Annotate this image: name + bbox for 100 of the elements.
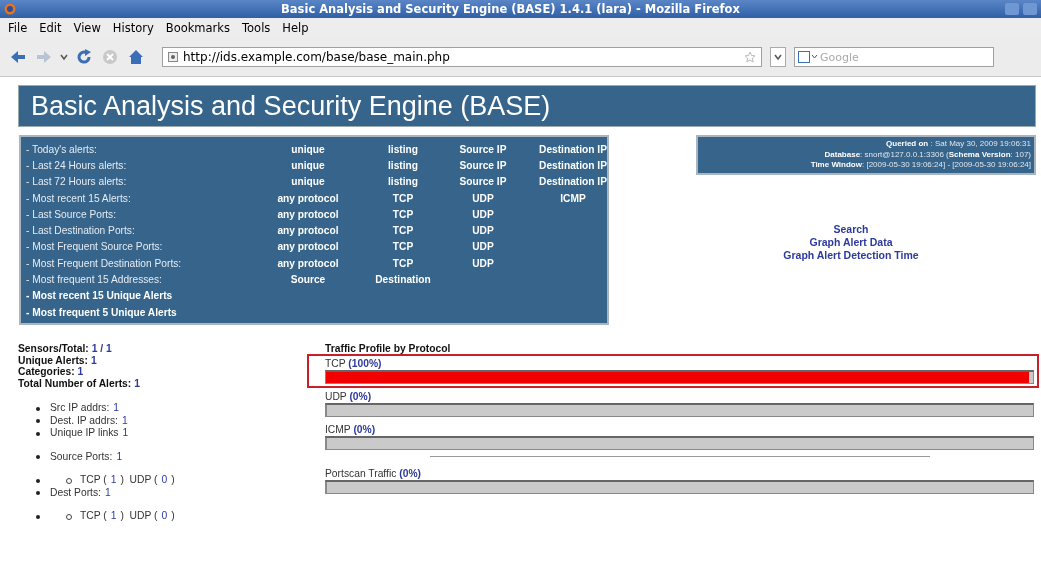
navigation-link[interactable]: TCP bbox=[392, 257, 414, 269]
navigation-link[interactable]: listing bbox=[388, 176, 418, 188]
bar-percent[interactable]: (0%) bbox=[399, 468, 421, 480]
detail-value[interactable]: 1 bbox=[121, 414, 128, 428]
home-icon[interactable] bbox=[128, 49, 144, 65]
navigation-link[interactable]: Source IP bbox=[459, 159, 507, 171]
navigation-link[interactable]: any protocol bbox=[277, 241, 339, 253]
detail-label: Unique IP links bbox=[50, 427, 119, 440]
stat-label: Categories: bbox=[18, 366, 75, 378]
reload-icon[interactable] bbox=[76, 49, 92, 65]
bar-percent[interactable]: (0%) bbox=[353, 424, 376, 436]
navigation-link[interactable]: - Most frequent 5 Unique Alerts bbox=[21, 306, 443, 318]
stat-value[interactable]: 1 bbox=[90, 354, 97, 366]
bar-label: TCP bbox=[325, 358, 346, 370]
bullet-icon bbox=[36, 431, 40, 436]
navigation-link[interactable]: TCP bbox=[392, 225, 414, 237]
navigation-label: - Most frequent 15 Addresses: bbox=[25, 274, 163, 285]
bar-percent[interactable]: (0%) bbox=[349, 391, 372, 403]
navigation-link[interactable]: Source IP bbox=[459, 176, 507, 188]
stat-value[interactable]: 1 / 1 bbox=[91, 343, 112, 355]
page-icon bbox=[168, 52, 178, 62]
navigation-link[interactable]: any protocol bbox=[277, 192, 339, 204]
navigation-link[interactable]: Destination IP bbox=[539, 176, 607, 188]
protocol-count[interactable]: 0 bbox=[161, 474, 168, 487]
search-engine-icon[interactable] bbox=[798, 51, 818, 63]
dropdown-caret-icon[interactable] bbox=[60, 53, 68, 61]
navigation-link[interactable]: unique bbox=[291, 143, 325, 155]
menu-item[interactable]: History bbox=[106, 21, 160, 35]
navigation-link[interactable]: TCP bbox=[392, 241, 414, 253]
stat-label: Unique Alerts: bbox=[18, 354, 88, 366]
bullet-icon bbox=[36, 406, 40, 411]
navigation-link[interactable]: TCP bbox=[392, 208, 414, 220]
link[interactable]: Graph Alert Data bbox=[809, 235, 893, 249]
window-title: Basic Analysis and Security Engine (BASE) 1.4.1 (lara) - Mozilla Firefox bbox=[280, 2, 741, 16]
detail-value[interactable]: 1 bbox=[122, 427, 129, 440]
navigation-link[interactable]: unique bbox=[291, 176, 325, 188]
info-line: Time Window: [2009-05-30 19:06:24] - [2009-05-30 19:06:24] bbox=[809, 160, 1031, 171]
detail-label: Dest Ports: bbox=[50, 486, 101, 500]
navigation-link[interactable]: UDP bbox=[472, 241, 494, 253]
navigation-link[interactable]: Source bbox=[290, 274, 326, 285]
bar-label: Portscan Traffic bbox=[325, 468, 397, 480]
navigation-label: - Most Frequent Destination Ports: bbox=[25, 257, 183, 269]
navigation-link[interactable]: UDP bbox=[472, 257, 494, 269]
navigation-link[interactable]: - Most recent 15 Unique Alerts bbox=[21, 290, 443, 302]
menu-item[interactable]: Edit bbox=[33, 21, 68, 35]
navigation-link[interactable]: Source IP bbox=[459, 143, 507, 155]
menu-item[interactable]: Tools bbox=[236, 21, 277, 35]
navigation-link[interactable]: ICMP bbox=[560, 192, 586, 204]
bullet-icon bbox=[36, 514, 40, 519]
link[interactable]: Search bbox=[833, 222, 869, 236]
stat-label: Sensors/Total: bbox=[18, 343, 89, 355]
stat-value[interactable]: 1 bbox=[134, 377, 140, 389]
bar-percent[interactable]: (100%) bbox=[348, 358, 382, 370]
navigation-link[interactable]: Destination IP bbox=[539, 143, 607, 155]
star-icon[interactable] bbox=[744, 51, 756, 63]
back-arrow-icon[interactable] bbox=[10, 49, 26, 65]
detail-value[interactable]: 1 bbox=[113, 402, 120, 415]
menu-item[interactable]: Bookmarks bbox=[159, 21, 236, 35]
navigation-link[interactable]: UDP bbox=[472, 225, 494, 237]
navigation-label: - Today's alerts: bbox=[25, 143, 98, 155]
dropdown-caret-icon[interactable] bbox=[770, 47, 786, 67]
bullet-icon bbox=[36, 419, 40, 423]
navigation-label: - Most recent 15 Alerts: bbox=[25, 192, 132, 204]
navigation-link[interactable]: listing bbox=[388, 143, 418, 155]
detail-label: Src IP addrs: bbox=[50, 402, 110, 415]
address-field[interactable]: http://ids.example.com/base/base_main.php bbox=[162, 47, 762, 67]
navigation-link[interactable]: any protocol bbox=[277, 225, 339, 237]
menu-item[interactable]: View bbox=[67, 21, 107, 35]
menu-item[interactable]: File bbox=[2, 21, 34, 35]
navigation-link[interactable]: UDP bbox=[472, 208, 494, 220]
protocol-label: ) UDP ( bbox=[120, 510, 158, 523]
navigation-label: - Most Frequent Source Ports: bbox=[25, 241, 164, 253]
section-title: Traffic Profile by Protocol bbox=[325, 343, 452, 356]
protocol-label: TCP ( bbox=[80, 474, 107, 487]
info-line: Database: snort@127.0.0.1:3306 (Schema Version: 107) bbox=[823, 149, 1031, 161]
navigation-link[interactable]: Destination IP bbox=[539, 159, 607, 171]
detail-label: Source Ports: bbox=[50, 450, 113, 464]
detail-value[interactable]: 1 bbox=[116, 450, 123, 464]
navigation-link[interactable]: TCP bbox=[392, 192, 414, 204]
link[interactable]: Graph Alert Detection Time bbox=[783, 248, 919, 262]
bullet-icon bbox=[36, 455, 40, 459]
navigation-link[interactable]: listing bbox=[388, 159, 418, 171]
menu-item[interactable]: Help bbox=[276, 21, 315, 35]
protocol-count[interactable]: 0 bbox=[161, 510, 168, 523]
navigation-label: - Last Source Ports: bbox=[25, 208, 118, 220]
protocol-label: ) UDP ( bbox=[120, 474, 158, 487]
info-line: Queried on : Sat May 30, 2009 19:06:31 bbox=[885, 139, 1031, 150]
bullet-icon bbox=[36, 491, 40, 495]
navigation-link[interactable]: unique bbox=[291, 159, 325, 171]
navigation-link[interactable]: any protocol bbox=[277, 257, 339, 269]
protocol-count[interactable]: 1 bbox=[110, 474, 117, 487]
stat-value[interactable]: 1 bbox=[77, 366, 84, 378]
navigation-link[interactable]: UDP bbox=[472, 192, 494, 204]
protocol-count[interactable]: 1 bbox=[110, 510, 117, 523]
browser-logo-icon bbox=[4, 3, 16, 15]
navigation-link[interactable]: Destination bbox=[375, 274, 431, 285]
navigation-link[interactable]: any protocol bbox=[277, 208, 339, 220]
detail-value[interactable]: 1 bbox=[104, 486, 111, 500]
navigation-label: - Last Destination Ports: bbox=[25, 225, 136, 237]
search-field[interactable]: Google bbox=[794, 47, 994, 67]
